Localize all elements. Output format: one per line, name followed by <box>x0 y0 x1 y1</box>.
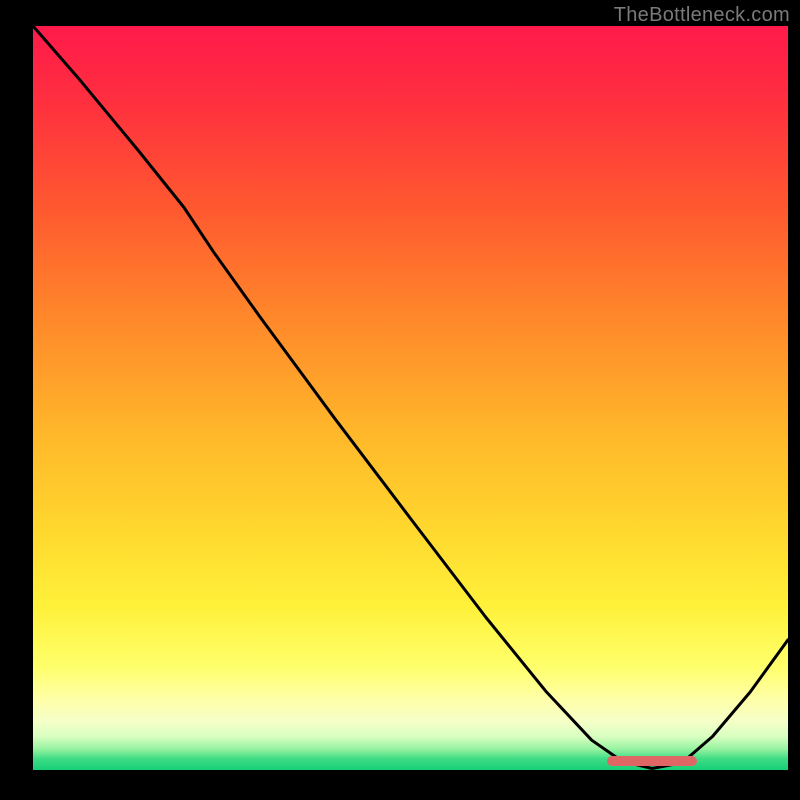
watermark-label: TheBottleneck.com <box>614 4 790 27</box>
plot-area <box>33 26 788 770</box>
chart-stage: TheBottleneck.com <box>0 0 800 800</box>
gradient-rect <box>33 26 788 770</box>
optimal-range-marker <box>607 756 698 766</box>
chart-svg <box>33 26 788 770</box>
